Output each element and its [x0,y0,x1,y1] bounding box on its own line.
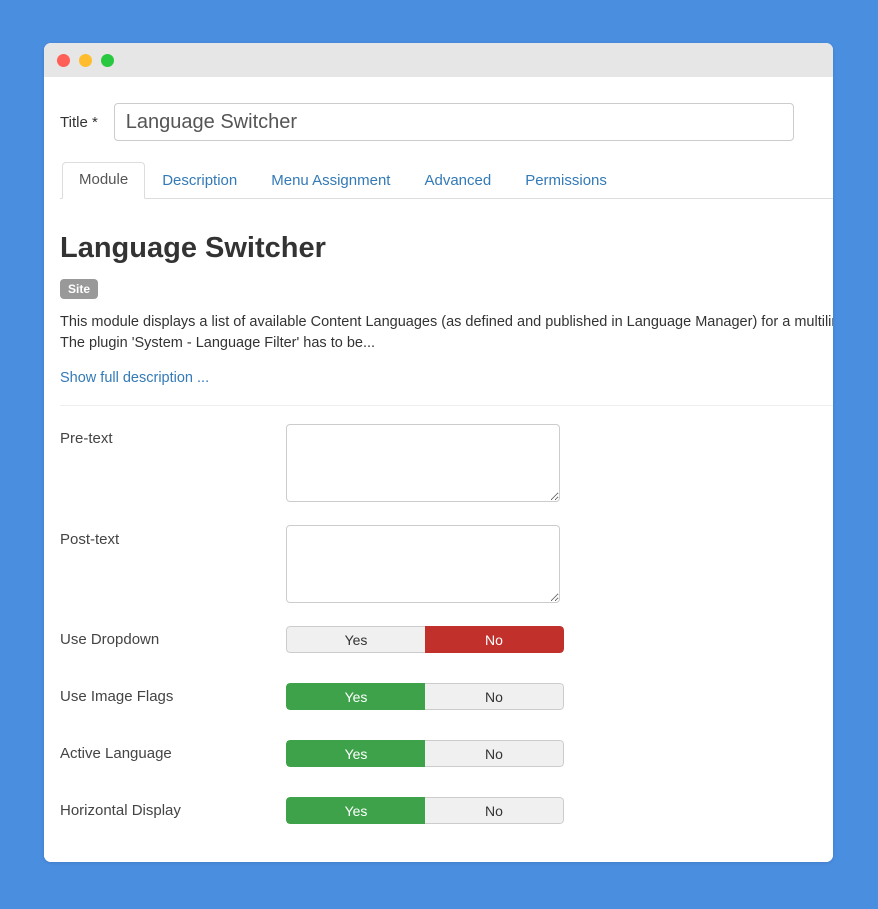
active-language-no-option[interactable]: No [425,740,564,767]
form-row-horizontal-display: Horizontal Display Yes No [60,797,833,854]
tab-module[interactable]: Module [62,162,146,199]
tab-menu-assignment[interactable]: Menu Assignment [254,163,407,199]
active-language-toggle[interactable]: Yes No [286,740,564,767]
tab-permissions[interactable]: Permissions [508,163,624,199]
module-heading: Language Switcher [60,232,326,264]
post-text-label: Post-text [60,531,120,548]
tab-description[interactable]: Description [145,163,254,199]
horizontal-display-no-option[interactable]: No [425,797,564,824]
horizontal-display-toggle[interactable]: Yes No [286,797,564,824]
form-row-use-dropdown: Use Dropdown Yes No [60,626,833,683]
show-full-description-link[interactable]: Show full description ... [60,370,209,386]
post-text-input[interactable] [286,525,560,603]
title-label: Title * [60,113,98,131]
form-row-active-language: Active Language Yes No [60,740,833,797]
title-input[interactable] [113,103,794,141]
page-content: Title * Module Description Menu Assignme… [44,77,833,862]
tab-advanced[interactable]: Advanced [407,163,508,199]
horizontal-display-label: Horizontal Display [60,802,181,819]
horizontal-display-yes-option[interactable]: Yes [286,797,425,824]
form-row-pre-text: Pre-text [60,424,833,525]
use-dropdown-no-option[interactable]: No [425,626,564,653]
maximize-window-button[interactable] [101,53,114,67]
use-dropdown-label: Use Dropdown [60,631,160,648]
use-image-flags-toggle[interactable]: Yes No [286,683,564,710]
use-image-flags-yes-option[interactable]: Yes [286,683,425,710]
form-row-post-text: Post-text [60,525,833,626]
module-description: This module displays a list of available… [60,314,833,351]
status-badge: Site [60,279,99,299]
use-dropdown-toggle[interactable]: Yes No [286,626,564,653]
use-dropdown-yes-option[interactable]: Yes [286,626,425,653]
form-row-use-image-flags: Use Image Flags Yes No [60,683,833,740]
minimize-window-button[interactable] [79,53,92,67]
title-field-row: Title * [44,77,833,141]
close-window-button[interactable] [57,53,70,67]
use-image-flags-label: Use Image Flags [60,688,174,705]
pre-text-input[interactable] [286,424,560,502]
module-options-form: Pre-text Post-text Use Dropdown Yes No U… [44,406,833,854]
use-image-flags-no-option[interactable]: No [425,683,564,710]
window-titlebar [44,43,833,77]
pre-text-label: Pre-text [60,430,113,447]
active-language-label: Active Language [60,745,172,762]
active-language-yes-option[interactable]: Yes [286,740,425,767]
tab-bar: Module Description Menu Assignment Advan… [60,162,833,199]
browser-window: Title * Module Description Menu Assignme… [44,43,833,862]
